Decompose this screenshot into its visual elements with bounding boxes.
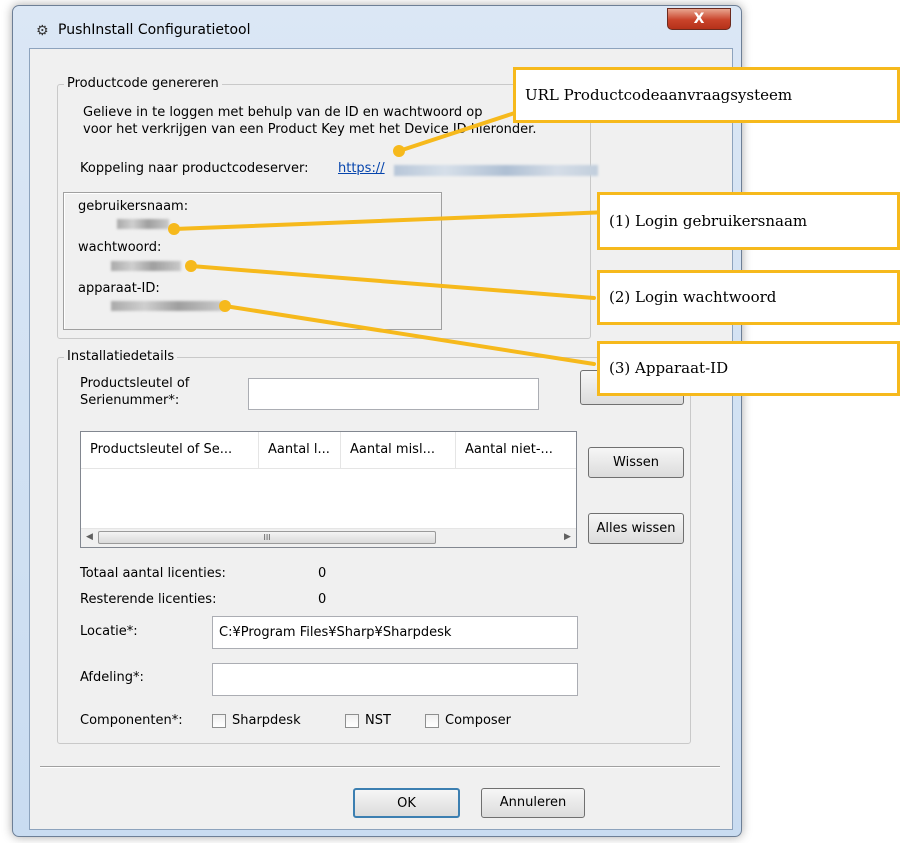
checkbox-sharpdesk[interactable]: [212, 714, 226, 728]
column-header-product-key[interactable]: Productsleutel of Se...: [81, 432, 259, 468]
gear-icon: ⚙: [36, 23, 49, 39]
location-label: Locatie*:: [80, 624, 138, 639]
checkbox-sharpdesk-label[interactable]: Sharpdesk: [232, 713, 301, 728]
window-title: PushInstall Configuratietool: [58, 22, 251, 38]
checkbox-composer-label[interactable]: Composer: [445, 713, 511, 728]
product-key-input[interactable]: [248, 378, 539, 410]
remaining-licenses-value: 0: [318, 592, 327, 607]
scroll-grip: III: [263, 533, 271, 542]
column-header-not[interactable]: Aantal niet-...: [456, 432, 576, 468]
productcode-server-link[interactable]: https://: [338, 161, 385, 176]
license-list[interactable]: Productsleutel of Se... Aantal l... Aant…: [80, 431, 577, 548]
link-label: Koppeling naar productcodeserver:: [80, 161, 309, 176]
clear-all-button-label: Alles wissen: [596, 521, 676, 536]
redacted-url: [394, 165, 598, 176]
callout-login-username: (1) Login gebruikersnaam: [597, 192, 900, 250]
chevron-right-icon[interactable]: ▶: [559, 529, 576, 546]
footer-divider: [40, 766, 720, 768]
product-key-label-1: Productsleutel of: [80, 376, 190, 391]
horizontal-scrollbar[interactable]: ◀ III ▶: [81, 528, 576, 547]
department-input[interactable]: [212, 663, 578, 696]
department-label: Afdeling*:: [80, 670, 144, 685]
product-key-label-2: Serienummer*:: [80, 393, 180, 408]
close-icon: X: [693, 11, 705, 27]
close-button[interactable]: X: [667, 8, 731, 30]
callout-url: URL Productcodeaanvraagsysteem: [513, 67, 900, 123]
device-id-label: apparaat-ID:: [78, 281, 160, 296]
clear-button-label: Wissen: [613, 455, 659, 470]
instruction-line-1: Gelieve in te loggen met behulp van de I…: [83, 105, 483, 120]
column-header-count[interactable]: Aantal l...: [259, 432, 341, 468]
scroll-thumb[interactable]: III: [98, 531, 436, 544]
components-label: Componenten*:: [80, 713, 183, 728]
ok-button[interactable]: OK: [353, 788, 460, 818]
total-licenses-value: 0: [318, 566, 327, 581]
chevron-left-icon[interactable]: ◀: [81, 529, 98, 546]
redacted-password: [111, 261, 181, 271]
checkbox-composer[interactable]: [425, 714, 439, 728]
checkbox-nst[interactable]: [345, 714, 359, 728]
install-details-group-title: Installatiedetails: [64, 349, 178, 364]
callout-device-id: (3) Apparaat-ID: [597, 341, 900, 396]
total-licenses-label: Totaal aantal licenties:: [80, 566, 226, 581]
callout-login-password: (2) Login wachtwoord: [597, 270, 900, 325]
redacted-device-id: [111, 301, 223, 311]
cancel-button[interactable]: Annuleren: [481, 788, 585, 818]
ok-button-label: OK: [397, 796, 416, 811]
checkbox-nst-label[interactable]: NST: [365, 713, 391, 728]
location-input[interactable]: [212, 616, 578, 649]
instruction-line-2: voor het verkrijgen van een Product Key …: [83, 122, 537, 137]
column-header-failed[interactable]: Aantal misl...: [341, 432, 456, 468]
username-label: gebruikersnaam:: [78, 199, 189, 214]
list-header: Productsleutel of Se... Aantal l... Aant…: [81, 432, 576, 469]
cancel-button-label: Annuleren: [499, 795, 567, 810]
clear-all-button[interactable]: Alles wissen: [588, 513, 684, 544]
clear-button[interactable]: Wissen: [588, 447, 684, 478]
redacted-username: [117, 219, 169, 229]
product-code-group-title: Productcode genereren: [64, 76, 222, 91]
password-label: wachtwoord:: [78, 240, 162, 255]
remaining-licenses-label: Resterende licenties:: [80, 592, 217, 607]
